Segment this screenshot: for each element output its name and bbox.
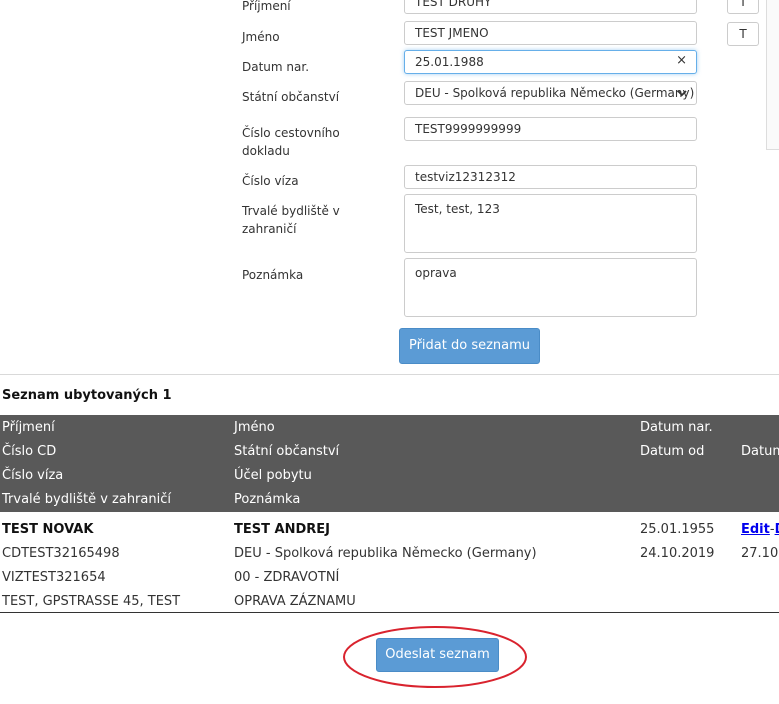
th-obcanstvi: Státní občanství [234, 444, 340, 459]
add-to-list-button[interactable]: Přidat do seznamu [399, 328, 540, 364]
label-cislo-dokladu-line1: Číslo cestovního [242, 126, 340, 140]
th-cislo-cd: Číslo CD [2, 444, 57, 459]
transliterate-button-2[interactable]: T [727, 22, 759, 46]
th-ucel-pobytu: Účel pobytu [234, 468, 312, 483]
th-cislo-viza: Číslo víza [2, 468, 64, 483]
label-bydliste: Trvalé bydliště v zahraničí [242, 202, 340, 238]
label-jmeno: Jméno [242, 30, 280, 44]
cislo-dokladu-input[interactable]: TEST9999999999 [404, 117, 697, 141]
bydliste-textarea[interactable]: Test, test, 123 [404, 194, 697, 253]
td-poznamka: OPRAVA ZÁZNAMU [234, 594, 356, 609]
jmeno-input[interactable]: TEST JMENO [404, 21, 697, 45]
td-obcanstvi: DEU - Spolková republika Německo (German… [234, 546, 537, 561]
transliterate-button-1[interactable]: T [727, 0, 759, 14]
th-poznamka: Poznámka [234, 492, 301, 507]
th-prijmeni: Příjmení [2, 420, 55, 435]
th-datum-nar: Datum nar. [640, 420, 713, 435]
divider [0, 374, 779, 375]
list-title: Seznam ubytovaných 1 [2, 388, 172, 403]
td-actions: Edit-D [741, 521, 779, 539]
th-datum-do: Datum [741, 444, 779, 459]
prijmeni-input[interactable]: TEST DRUHÝ [404, 0, 697, 14]
edit-link[interactable]: Edit [741, 522, 770, 537]
side-info-panel [766, 0, 779, 150]
td-datum-do: 27.10. [741, 546, 779, 561]
label-prijmeni: Příjmení [242, 0, 291, 13]
td-cislo-cd: CDTEST32165498 [2, 546, 120, 561]
label-obcanstvi: Státní občanství [242, 90, 340, 104]
td-bydliste: TEST, GPSTRASSE 45, TEST [2, 594, 181, 609]
th-bydliste: Trvalé bydliště v zahraničí [2, 492, 171, 507]
datum-nar-value: 25.01.1988 [415, 55, 484, 69]
label-poznamka: Poznámka [242, 268, 304, 282]
obcanstvi-value: DEU - Spolková republika Německo (German… [415, 86, 695, 100]
td-prijmeni: TEST NOVAK [2, 522, 94, 537]
label-cislo-dokladu: Číslo cestovního dokladu [242, 124, 340, 160]
clear-icon[interactable]: × [676, 54, 687, 68]
td-datum-od: 24.10.2019 [640, 546, 715, 561]
obcanstvi-select[interactable]: DEU - Spolková republika Německo (German… [404, 81, 697, 105]
chevron-down-icon [677, 90, 687, 97]
poznamka-textarea[interactable]: oprava [404, 258, 697, 317]
td-datum-nar: 25.01.1955 [640, 522, 715, 537]
th-datum-od: Datum od [640, 444, 705, 459]
cislo-viza-input[interactable]: testviz12312312 [404, 165, 697, 189]
label-cislo-dokladu-line2: dokladu [242, 144, 290, 158]
label-datum-nar: Datum nar. [242, 60, 310, 74]
label-bydliste-line2: zahraničí [242, 222, 297, 236]
td-cislo-viza: VIZTEST321654 [2, 570, 106, 585]
submit-list-button[interactable]: Odeslat seznam [376, 638, 499, 672]
delete-link[interactable]: D [775, 522, 779, 537]
td-jmeno: TEST ANDREJ [234, 522, 330, 537]
datum-nar-input[interactable]: 25.01.1988 × [404, 50, 697, 74]
label-cislo-viza: Číslo víza [242, 174, 299, 188]
td-ucel-pobytu: 00 - ZDRAVOTNÍ [234, 570, 340, 585]
label-bydliste-line1: Trvalé bydliště v [242, 204, 340, 218]
table-bottom-border [0, 612, 779, 613]
th-jmeno: Jméno [234, 420, 275, 435]
